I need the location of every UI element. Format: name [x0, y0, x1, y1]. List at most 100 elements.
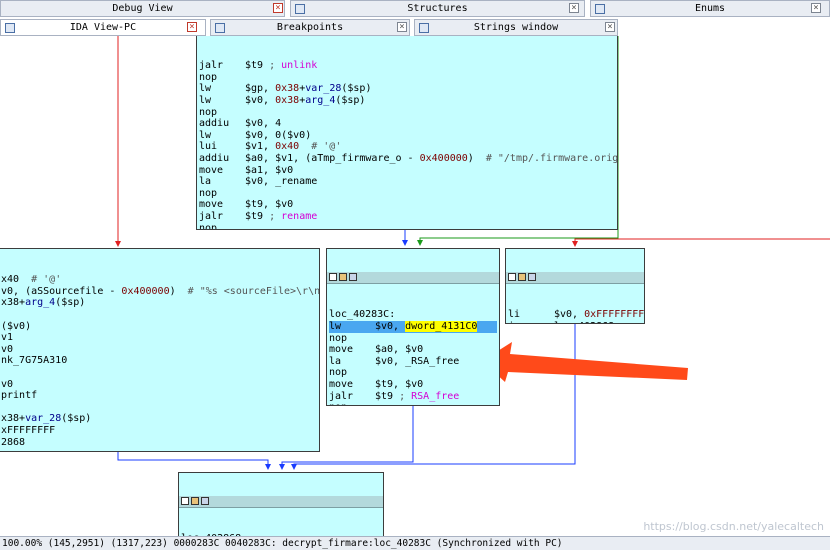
node-graph-icon[interactable] [518, 273, 526, 282]
tab-ida-view-pc[interactable]: IDA View-PC × [0, 19, 206, 36]
node-color-icon[interactable] [181, 497, 189, 506]
node-group-icon[interactable] [349, 273, 357, 282]
node-loc-402868[interactable]: loc_402868:lw$ra, 0x38+var_4($sp)addiu$s… [178, 472, 384, 536]
operand: loc_402868 [554, 321, 614, 323]
enums-icon [595, 4, 605, 14]
asm-line[interactable] [1, 309, 317, 321]
asm-line[interactable]: lw $v0, dword_4131C0 [329, 320, 497, 333]
operand: $t9, $v0 [245, 199, 294, 211]
mnemonic: nop [199, 106, 218, 118]
ida-view-icon [5, 23, 15, 33]
asm-line[interactable]: nop [199, 188, 615, 200]
asm-line[interactable]: move $t9, $v0 [199, 199, 615, 211]
node-left[interactable]: x40 # '@' v0, (aSSourcefile - 0x400000) #… [0, 248, 320, 452]
asm-line[interactable]: nop [199, 107, 615, 119]
asm-line[interactable]: v1 [1, 332, 317, 344]
node-graph-icon[interactable] [339, 273, 347, 282]
asm-line[interactable]: v0, (aSSourcefile - 0x400000) # "%s <sou… [1, 285, 320, 298]
close-icon[interactable]: × [569, 3, 579, 13]
asm-line[interactable]: lw $gp, 0x38+var_28($sp) [199, 83, 615, 95]
tab-breakpoints-label: Breakpoints [276, 22, 344, 33]
mnemonic: jalr [199, 210, 224, 222]
asm-line[interactable] [1, 367, 317, 379]
asm-line[interactable]: la $v0, _rename [199, 176, 615, 188]
asm-line[interactable]: 2868 [1, 437, 317, 449]
node-graph-icon[interactable] [191, 497, 199, 506]
close-icon[interactable]: × [811, 3, 821, 13]
tab-breakpoints[interactable]: Breakpoints × [210, 19, 410, 36]
node-top[interactable]: jalr $t9 ; unlink nop lw $gp, 0x38+var_28($s… [196, 36, 618, 230]
edge-left-bottom [117, 451, 271, 470]
operand: $v1, 0x40 # '@' [245, 141, 342, 153]
asm-line[interactable]: lui $v1, 0x40 # '@' [199, 141, 615, 153]
asm-line[interactable]: nop [199, 222, 615, 230]
mnemonic: j [508, 321, 554, 323]
asm-line[interactable] [1, 402, 317, 414]
asm-line[interactable]: nk_7G75A310 [1, 355, 317, 367]
mnemonic: nop [199, 222, 218, 230]
asm-line[interactable]: nop [329, 402, 497, 405]
tab-strings-label: Strings window [473, 22, 559, 33]
asm-line[interactable]: x40 # '@' [1, 274, 317, 286]
tab-debug-view-label: Debug View [112, 3, 173, 14]
asm-line[interactable]: lw $v0, 0x38+arg_4($sp) [199, 95, 615, 107]
operand: v1 [1, 332, 14, 344]
asm-line[interactable]: addiu $v0, 4 [199, 118, 615, 130]
asm-line[interactable]: x38+arg_4($sp) [1, 297, 317, 309]
node-color-icon[interactable] [329, 273, 337, 282]
asm-line[interactable]: jalr $t9 ; RSA_free [329, 391, 497, 403]
node-group-icon[interactable] [528, 273, 536, 282]
tab-structures[interactable]: Structures × [290, 0, 585, 17]
asm-line[interactable]: addiu $a0, $v1, (aTmp_firmware_o - 0x4000… [199, 152, 617, 165]
node-group-icon[interactable] [201, 497, 209, 506]
asm-line[interactable]: jalr $t9 ; unlink [199, 60, 615, 72]
node-loc-40283c[interactable]: loc_40283C: lw $v0, dword_4131C0 nop move $a0… [326, 248, 500, 406]
asm-line[interactable]: jalr $t9 ; rename [199, 211, 615, 223]
mnemonic: addiu [199, 152, 230, 164]
asm-line[interactable]: printf [1, 390, 317, 402]
watermark: https://blog.csdn.net/yalecaltech [643, 520, 824, 533]
operand: ($v0) [1, 320, 32, 332]
tab-structures-label: Structures [407, 3, 468, 14]
asm-line[interactable]: ($v0) [1, 321, 317, 333]
node-right[interactable]: li$v0, 0xFFFFFFFFjloc_402868nop [505, 248, 645, 324]
block-label: loc_40283C: [329, 309, 396, 321]
asm-line[interactable]: li $v0, 0xFFFFFFFF [508, 309, 644, 321]
asm-line[interactable]: nop [199, 72, 615, 84]
asm-line[interactable]: v0 [1, 379, 317, 391]
operand: $t9 ; unlink [245, 60, 318, 72]
asm-line[interactable]: nop [329, 367, 497, 379]
close-icon[interactable]: × [605, 22, 615, 32]
asm-line[interactable]: jloc_402868 [508, 321, 642, 323]
mnemonic: jalr [329, 390, 354, 402]
operand: v0 [1, 378, 14, 390]
asm-line[interactable]: move $a1, $v0 [199, 165, 615, 177]
asm-line[interactable]: lw $v0, 0($v0) [199, 130, 615, 142]
asm-line[interactable]: move $a0, $v0 [329, 344, 497, 356]
node-color-icon[interactable] [508, 273, 516, 282]
tab-enums-label: Enums [694, 3, 726, 14]
tab-enums[interactable]: Enums × [590, 0, 830, 17]
asm-line[interactable]: nop [329, 333, 497, 345]
tab-debug-view[interactable]: Debug View × [0, 0, 285, 17]
close-icon[interactable]: × [273, 3, 283, 13]
operand: nk_7G75A310 [1, 355, 68, 367]
close-icon[interactable]: × [397, 22, 407, 32]
graph-view[interactable]: jalr $t9 ; unlink nop lw $gp, 0x38+var_28($s… [0, 36, 830, 536]
asm-line[interactable]: x38+var_28($sp) [1, 413, 317, 425]
operand: $t9, $v0 [375, 378, 424, 390]
mnemonic: addiu [199, 118, 230, 130]
node-header [327, 272, 499, 285]
asm-line[interactable]: xFFFFFFFF [1, 425, 317, 437]
close-icon[interactable]: × [187, 22, 197, 32]
mnemonic: lw [199, 129, 212, 141]
node-header [179, 496, 383, 509]
asm-line[interactable]: v0 [1, 344, 317, 356]
mnemonic: move [329, 344, 354, 356]
operand: 2868 [1, 436, 26, 448]
operand: v0, (aSSourcefile - 0x400000) # "%s <sou… [1, 285, 320, 297]
asm-line[interactable]: move $t9, $v0 [329, 379, 497, 391]
tab-strings-window[interactable]: Strings window × [414, 19, 618, 36]
asm-line[interactable]: la $v0, _RSA_free [329, 356, 497, 368]
node-right-body: li$v0, 0xFFFFFFFFjloc_402868nop [506, 307, 644, 323]
